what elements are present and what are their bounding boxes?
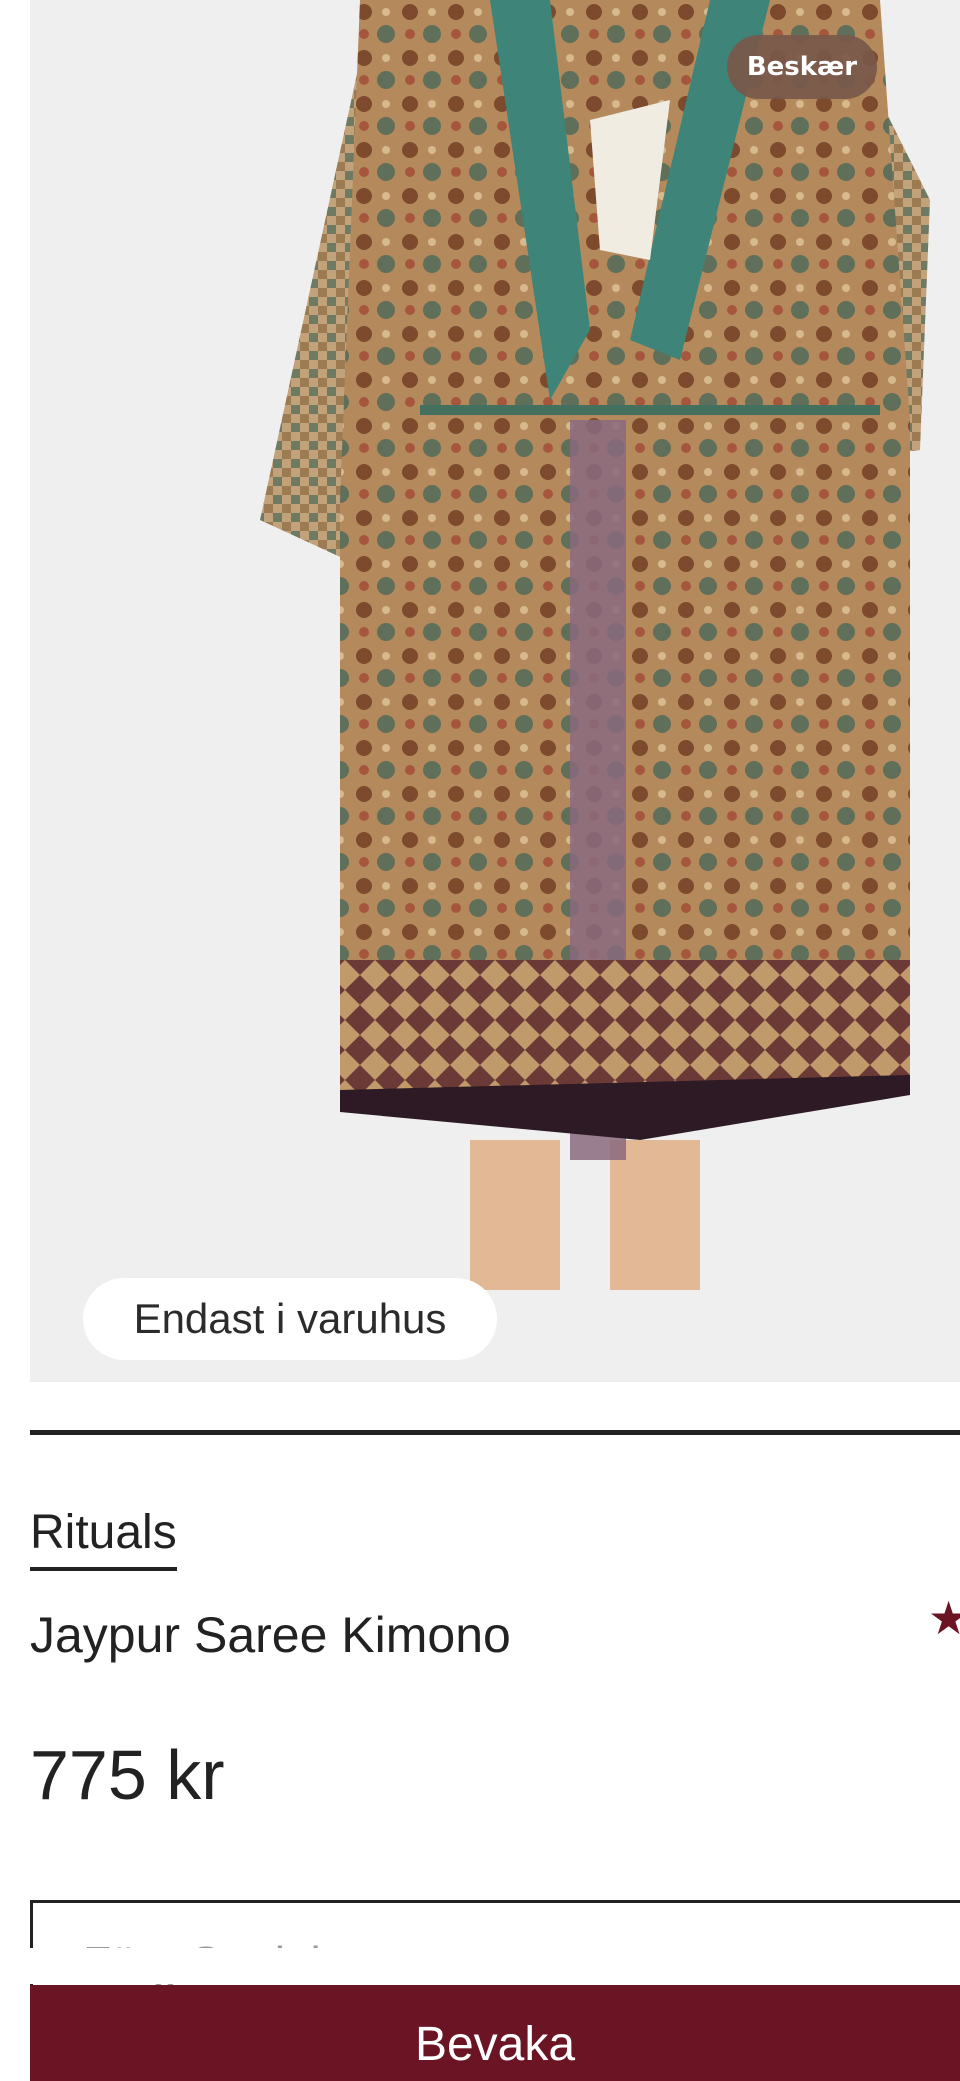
star-icon[interactable]: ★: [928, 1595, 960, 1641]
product-title: Jaypur Saree Kimono: [30, 1607, 511, 1663]
product-page: Beskær Endast i varuhus Rituals Jaypur S…: [0, 0, 960, 2081]
brand-link[interactable]: Rituals: [30, 1505, 177, 1571]
product-price: 775 kr: [30, 1736, 225, 1814]
availability-badge: Endast i varuhus: [83, 1278, 497, 1360]
product-image[interactable]: Beskær Endast i varuhus: [30, 0, 960, 1382]
section-divider: [30, 1430, 960, 1435]
overlay-mask: [0, 1948, 960, 1984]
crop-button[interactable]: Beskær: [727, 35, 877, 99]
watch-button[interactable]: Bevaka: [30, 1985, 960, 2081]
kimono-illustration: [260, 0, 930, 1290]
